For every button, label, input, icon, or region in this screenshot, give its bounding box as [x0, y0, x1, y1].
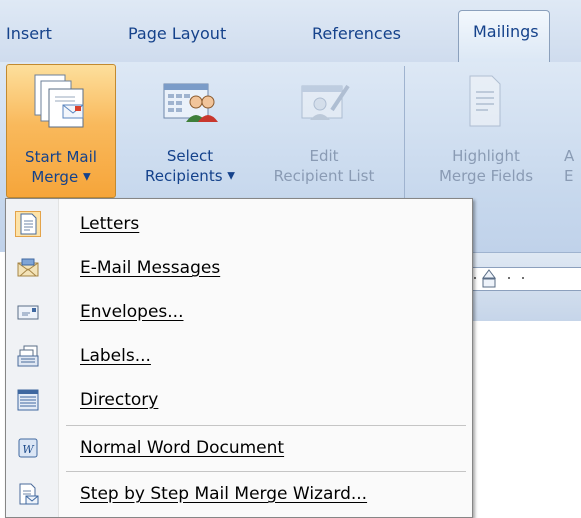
tab-references[interactable]: References: [312, 14, 401, 60]
menu-item-label: Letters: [80, 214, 140, 234]
tab-page-layout[interactable]: Page Layout: [128, 14, 226, 60]
edit-recipient-list-label: Edit Recipient List: [273, 147, 375, 185]
menu-separator: [66, 425, 466, 426]
letters-icon: [15, 211, 41, 237]
start-mail-merge-menu: Letters E-Mail Messages Envelopes... Lab…: [5, 198, 473, 518]
menu-item-mail-merge-wizard[interactable]: Step by Step Mail Merge Wizard...: [6, 473, 472, 515]
menu-item-envelopes[interactable]: Envelopes...: [6, 291, 472, 333]
svg-text:W: W: [22, 443, 35, 456]
menu-item-label: Envelopes...: [80, 302, 184, 322]
menu-separator: [66, 471, 466, 472]
labels-icon: [17, 345, 39, 367]
menu-item-label: Directory: [80, 390, 159, 410]
menu-item-email-messages[interactable]: E-Mail Messages: [6, 247, 472, 289]
menu-item-normal-word-document[interactable]: W Normal Word Document: [6, 427, 472, 469]
start-mail-merge-button[interactable]: Start Mail Merge ▼: [6, 64, 116, 198]
menu-item-label: Labels...: [80, 346, 151, 366]
menu-item-label: Step by Step Mail Merge Wizard...: [80, 484, 368, 504]
partial-button-label: A E: [564, 147, 575, 185]
mail-merge-wizard-icon: [19, 483, 39, 505]
address-block-button-partial[interactable]: A E: [562, 64, 581, 196]
normal-word-document-icon: W: [18, 438, 38, 458]
highlight-merge-fields-button[interactable]: Highlight Merge Fields: [412, 64, 560, 196]
dropdown-arrow-icon: ▼: [82, 171, 91, 183]
select-recipients-icon: [163, 83, 218, 122]
menu-item-directory[interactable]: Directory: [6, 379, 472, 421]
tab-mailings[interactable]: Mailings: [458, 10, 550, 63]
group-separator: [404, 66, 405, 198]
menu-item-letters[interactable]: Letters: [6, 203, 472, 245]
email-messages-icon: [17, 258, 39, 277]
dropdown-arrow-icon: ▼: [227, 170, 235, 182]
select-recipients-button[interactable]: Select Recipients ▼: [120, 64, 260, 196]
start-mail-merge-icon: [34, 74, 84, 128]
start-mail-merge-label: Start Mail Merge ▼: [25, 148, 97, 186]
tab-insert[interactable]: Insert: [6, 14, 52, 60]
directory-icon: [17, 389, 39, 411]
edit-recipient-list-icon: [301, 84, 350, 120]
highlight-merge-fields-label: Highlight Merge Fields: [438, 147, 534, 185]
envelopes-icon: [17, 305, 39, 320]
ribbon-tab-strip: Insert Page Layout References Mailings: [0, 0, 581, 63]
menu-item-label: Normal Word Document: [80, 438, 285, 458]
menu-item-labels[interactable]: Labels...: [6, 335, 472, 377]
highlight-merge-fields-icon: [469, 75, 501, 127]
select-recipients-label: Select Recipients ▼: [145, 147, 235, 185]
edit-recipient-list-button[interactable]: Edit Recipient List: [254, 64, 394, 196]
menu-item-label: E-Mail Messages: [80, 258, 221, 278]
